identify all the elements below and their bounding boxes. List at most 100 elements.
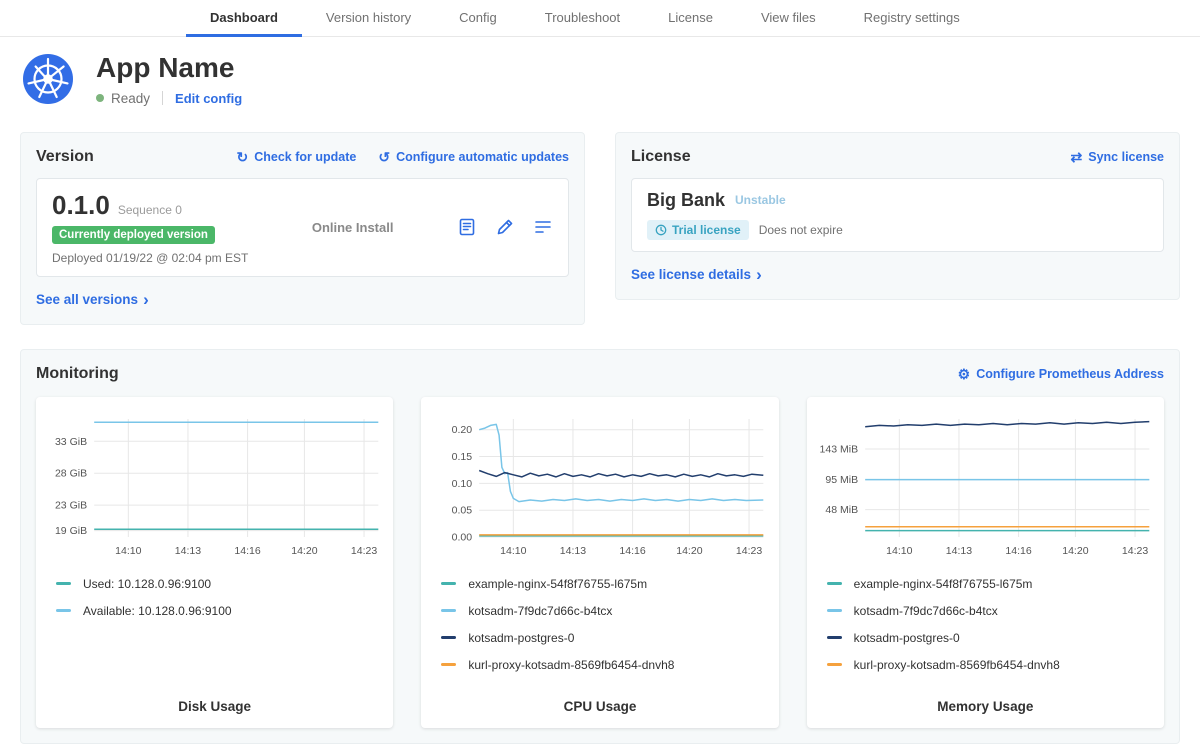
legend-item: Used: 10.128.0.96:9100 <box>56 577 383 591</box>
divider <box>162 91 163 105</box>
tab-config[interactable]: Config <box>435 0 521 37</box>
svg-text:143 MiB: 143 MiB <box>819 443 858 455</box>
svg-text:14:13: 14:13 <box>175 545 202 557</box>
memory-usage-chart: 143 MiB95 MiB48 MiB14:1014:1314:1614:201… <box>817 409 1154 564</box>
legend-item: kotsadm-postgres-0 <box>827 631 1154 645</box>
tab-version-history[interactable]: Version history <box>302 0 435 37</box>
legend-item: kotsadm-7f9dc7d66c-b4tcx <box>441 604 768 618</box>
svg-text:14:20: 14:20 <box>1062 545 1089 557</box>
legend-swatch <box>827 609 842 612</box>
sync-license-link[interactable]: ⇄ Sync license <box>1071 150 1164 164</box>
see-all-versions-link[interactable]: See all versions › <box>36 291 149 308</box>
legend-swatch <box>441 663 456 666</box>
legend-item: kurl-proxy-kotsadm-8569fb6454-dnvh8 <box>827 658 1154 672</box>
license-channel: Unstable <box>735 193 786 207</box>
license-card-title: License <box>631 148 691 166</box>
version-info: 0.1.0 Sequence 0 Currently deployed vers… <box>52 190 248 265</box>
configure-automatic-updates-label: Configure automatic updates <box>396 150 569 164</box>
svg-text:14:13: 14:13 <box>945 545 972 557</box>
configure-automatic-updates-link[interactable]: ↺ Configure automatic updates <box>378 150 569 164</box>
release-notes-icon[interactable] <box>457 217 477 237</box>
legend-label: Available: 10.128.0.96:9100 <box>83 604 232 618</box>
legend-label: kurl-proxy-kotsadm-8569fb6454-dnvh8 <box>854 658 1060 672</box>
cpu-usage-legend: example-nginx-54f8f76755-l675m kotsadm-7… <box>441 577 768 685</box>
svg-text:14:20: 14:20 <box>291 545 318 557</box>
kubernetes-logo-icon <box>22 53 74 105</box>
see-license-details-link[interactable]: See license details › <box>631 266 762 283</box>
svg-text:14:13: 14:13 <box>560 545 587 557</box>
svg-text:14:10: 14:10 <box>115 545 142 557</box>
version-card-title: Version <box>36 148 94 166</box>
legend-item: kotsadm-postgres-0 <box>441 631 768 645</box>
app-status: Ready <box>111 91 150 106</box>
tab-registry-settings[interactable]: Registry settings <box>840 0 984 37</box>
svg-text:33 GiB: 33 GiB <box>55 436 87 448</box>
legend-item: kotsadm-7f9dc7d66c-b4tcx <box>827 604 1154 618</box>
clock-icon <box>655 224 667 236</box>
memory-usage-legend: example-nginx-54f8f76755-l675m kotsadm-7… <box>827 577 1154 685</box>
legend-label: example-nginx-54f8f76755-l675m <box>468 577 647 591</box>
install-type-label: Online Install <box>248 220 457 235</box>
tab-troubleshoot[interactable]: Troubleshoot <box>521 0 644 37</box>
chevron-right-icon: › <box>143 291 149 308</box>
svg-text:23 GiB: 23 GiB <box>55 499 87 511</box>
configure-prometheus-link[interactable]: ⚙ Configure Prometheus Address <box>958 367 1164 381</box>
svg-text:14:23: 14:23 <box>1122 545 1149 557</box>
chart-title: CPU Usage <box>431 685 768 714</box>
version-card: Version ↻ Check for update ↺ Configure a… <box>20 132 585 325</box>
diff-icon[interactable] <box>533 217 553 237</box>
tab-license[interactable]: License <box>644 0 737 37</box>
tab-dashboard[interactable]: Dashboard <box>186 0 302 37</box>
svg-text:14:20: 14:20 <box>677 545 704 557</box>
disk-usage-chart: 33 GiB 28 GiB 23 GiB 19 GiB 14:10 14:13 14:16 1… <box>46 409 383 564</box>
deployed-timestamp: Deployed 01/19/22 @ 02:04 pm EST <box>52 251 248 265</box>
see-license-details-label: See license details <box>631 267 751 282</box>
legend-label: kurl-proxy-kotsadm-8569fb6454-dnvh8 <box>468 658 674 672</box>
tab-view-files[interactable]: View files <box>737 0 840 37</box>
legend-item: Available: 10.128.0.96:9100 <box>56 604 383 618</box>
legend-swatch <box>441 582 456 585</box>
monitoring-card: Monitoring ⚙ Configure Prometheus Addres… <box>20 349 1180 744</box>
legend-swatch <box>441 636 456 639</box>
current-version-box: 0.1.0 Sequence 0 Currently deployed vers… <box>36 178 569 277</box>
edit-config-icon[interactable] <box>495 217 515 237</box>
svg-text:28 GiB: 28 GiB <box>55 468 87 480</box>
sync-icon: ⇄ <box>1071 150 1083 164</box>
legend-label: kotsadm-7f9dc7d66c-b4tcx <box>854 604 998 618</box>
disk-usage-legend: Used: 10.128.0.96:9100 Available: 10.128… <box>56 577 383 631</box>
auto-update-icon: ↺ <box>378 150 390 164</box>
cards-row: Version ↻ Check for update ↺ Configure a… <box>0 106 1200 325</box>
version-actions <box>457 217 553 237</box>
license-box: Big Bank Unstable Trial license Does not… <box>631 178 1164 252</box>
svg-text:95 MiB: 95 MiB <box>825 474 858 486</box>
refresh-icon: ↻ <box>236 150 248 164</box>
top-nav: Dashboard Version history Config Trouble… <box>0 0 1200 37</box>
legend-swatch <box>56 609 71 612</box>
svg-text:0.00: 0.00 <box>452 531 473 543</box>
svg-text:19 GiB: 19 GiB <box>55 525 87 537</box>
see-all-versions-label: See all versions <box>36 292 138 307</box>
svg-text:14:16: 14:16 <box>234 545 261 557</box>
legend-item: kurl-proxy-kotsadm-8569fb6454-dnvh8 <box>441 658 768 672</box>
check-for-update-link[interactable]: ↻ Check for update <box>236 150 356 164</box>
edit-config-link[interactable]: Edit config <box>175 91 242 106</box>
svg-text:14:10: 14:10 <box>500 545 527 557</box>
license-account-name: Big Bank <box>647 190 725 211</box>
memory-usage-chart-card: 143 MiB95 MiB48 MiB14:1014:1314:1614:201… <box>807 397 1164 728</box>
sequence-label: Sequence 0 <box>118 203 182 217</box>
legend-label: Used: 10.128.0.96:9100 <box>83 577 211 591</box>
cpu-usage-chart-card: 0.200.150.100.050.0014:1014:1314:1614:20… <box>421 397 778 728</box>
svg-text:14:16: 14:16 <box>620 545 647 557</box>
legend-item: example-nginx-54f8f76755-l675m <box>441 577 768 591</box>
trial-license-badge: Trial license <box>647 220 749 240</box>
status-dot <box>96 94 104 102</box>
sync-license-label: Sync license <box>1088 150 1164 164</box>
legend-label: kotsadm-postgres-0 <box>854 631 960 645</box>
svg-text:0.15: 0.15 <box>452 451 473 463</box>
legend-swatch <box>441 609 456 612</box>
legend-swatch <box>827 663 842 666</box>
disk-usage-chart-card: 33 GiB 28 GiB 23 GiB 19 GiB 14:10 14:13 14:16 1… <box>36 397 393 728</box>
cpu-usage-chart: 0.200.150.100.050.0014:1014:1314:1614:20… <box>431 409 768 564</box>
license-card: License ⇄ Sync license Big Bank Unstable <box>615 132 1180 300</box>
legend-swatch <box>827 582 842 585</box>
